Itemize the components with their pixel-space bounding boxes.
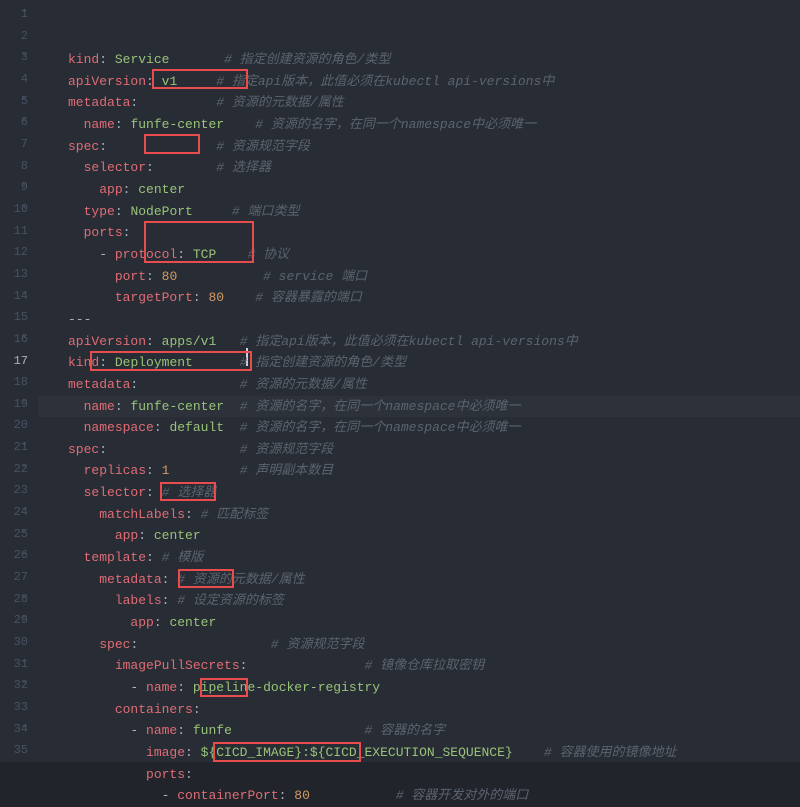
fold-guide-icon: ⌄ [20,654,28,666]
code-line[interactable]: - name: pipeline-docker-registry [68,677,800,699]
fold-guide-icon: ⌄ [20,286,28,298]
fold-guide-icon: ⌄ [20,675,28,687]
fold-guide-icon: ⌄ [20,47,28,59]
fold-guide-icon: ⌄ [20,91,28,103]
fold-guide-icon: ⌄ [20,4,28,16]
fold-guide-icon: ⌄ [20,112,28,124]
line-number: 13 [0,264,28,286]
code-line[interactable]: spec: # 资源规范字段 [68,634,800,656]
code-line[interactable]: port: 80 # service 端口 [68,266,800,288]
line-number: 23 [0,480,28,502]
code-line[interactable]: imagePullSecrets: # 镜像仓库拉取密钥 [68,655,800,677]
line-number: 11 [0,221,28,243]
fold-guide-icon: ⌄ [20,394,28,406]
fold-guide-icon: ⌄ [20,177,28,189]
code-line[interactable]: - protocol: TCP # 协议 [68,244,800,266]
code-area[interactable]: kind: Service # 指定创建资源的角色/类型apiVersion: … [38,0,800,762]
code-line[interactable]: labels: # 设定资源的标签 [68,590,800,612]
code-line[interactable]: selector: # 选择器 [68,157,800,179]
code-line[interactable]: containers: [68,699,800,721]
line-number: 2 [0,26,28,48]
code-line[interactable]: app: center [68,179,800,201]
code-line[interactable]: app: center [68,612,800,634]
line-number: 15 [0,307,28,329]
code-line[interactable]: metadata: # 资源的元数据/属性 [68,569,800,591]
fold-guide-icon: ⌄ [20,589,28,601]
code-line[interactable]: spec: # 资源规范字段 [68,439,800,461]
fold-guide-icon: ⌄ [20,502,28,514]
code-line[interactable]: apiVersion: v1 # 指定api版本，此值必须在kubectl ap… [68,71,800,93]
line-number-gutter: 1234567891011121314151617181920212223242… [0,0,38,762]
fold-guide-icon: ⌄ [20,546,28,558]
code-line[interactable]: - name: funfe # 容器的名字 [68,720,800,742]
fold-guide-icon: ⌄ [20,199,28,211]
fold-guide-icon: ⌄ [20,459,28,471]
fold-guide-icon: ⌄ [20,437,28,449]
code-line[interactable]: ports: [68,764,800,786]
fold-guide-icon: ⌄ [20,610,28,622]
line-number: 20 [0,415,28,437]
code-line[interactable]: name: funfe-center # 资源的名字，在同一个namespace… [38,396,800,418]
code-line[interactable]: template: # 模版 [68,547,800,569]
line-number: 30 [0,632,28,654]
fold-guide-icon: ⌄ [20,719,28,731]
fold-guide-icon: ⌄ [20,524,28,536]
code-line[interactable]: spec: # 资源规范字段 [68,136,800,158]
line-number: 4 [0,69,28,91]
line-number: 8 [0,156,28,178]
line-number: 35 [0,740,28,762]
code-line[interactable]: metadata: # 资源的元数据/属性 [68,374,800,396]
fold-guide-icon: ⌄ [20,329,28,341]
code-line[interactable]: kind: Service # 指定创建资源的角色/类型 [68,49,800,71]
code-line[interactable]: ports: [68,222,800,244]
code-line[interactable]: type: NodePort # 端口类型 [68,201,800,223]
code-line[interactable]: - containerPort: 80 # 容器开发对外的端口 [68,785,800,807]
code-line[interactable]: apiVersion: apps/v1 # 指定api版本，此值必须在kubec… [68,331,800,353]
code-line[interactable]: image: ${CICD_IMAGE}:${CICD_EXECUTION_SE… [68,742,800,764]
code-line[interactable]: metadata: # 资源的元数据/属性 [68,92,800,114]
code-line[interactable]: app: center [68,525,800,547]
line-number: 17 [0,351,28,373]
code-line[interactable]: namespace: default # 资源的名字，在同一个namespace… [68,417,800,439]
code-line[interactable]: matchLabels: # 匹配标签 [68,504,800,526]
line-number: 33 [0,697,28,719]
code-line[interactable]: targetPort: 80 # 容器暴露的端口 [68,287,800,309]
code-line[interactable]: --- [68,309,800,331]
code-line[interactable]: selector: # 选择器 [68,482,800,504]
line-number: 12 [0,242,28,264]
code-line[interactable]: name: funfe-center # 资源的名字，在同一个namespace… [68,114,800,136]
line-number: 27 [0,567,28,589]
code-line[interactable]: kind: Deployment # 指定创建资源的角色/类型 [68,352,800,374]
code-line[interactable]: replicas: 1 # 声明副本数目 [68,460,800,482]
code-editor: 1234567891011121314151617181920212223242… [0,0,800,762]
line-number: 7 [0,134,28,156]
line-number: 18 [0,372,28,394]
